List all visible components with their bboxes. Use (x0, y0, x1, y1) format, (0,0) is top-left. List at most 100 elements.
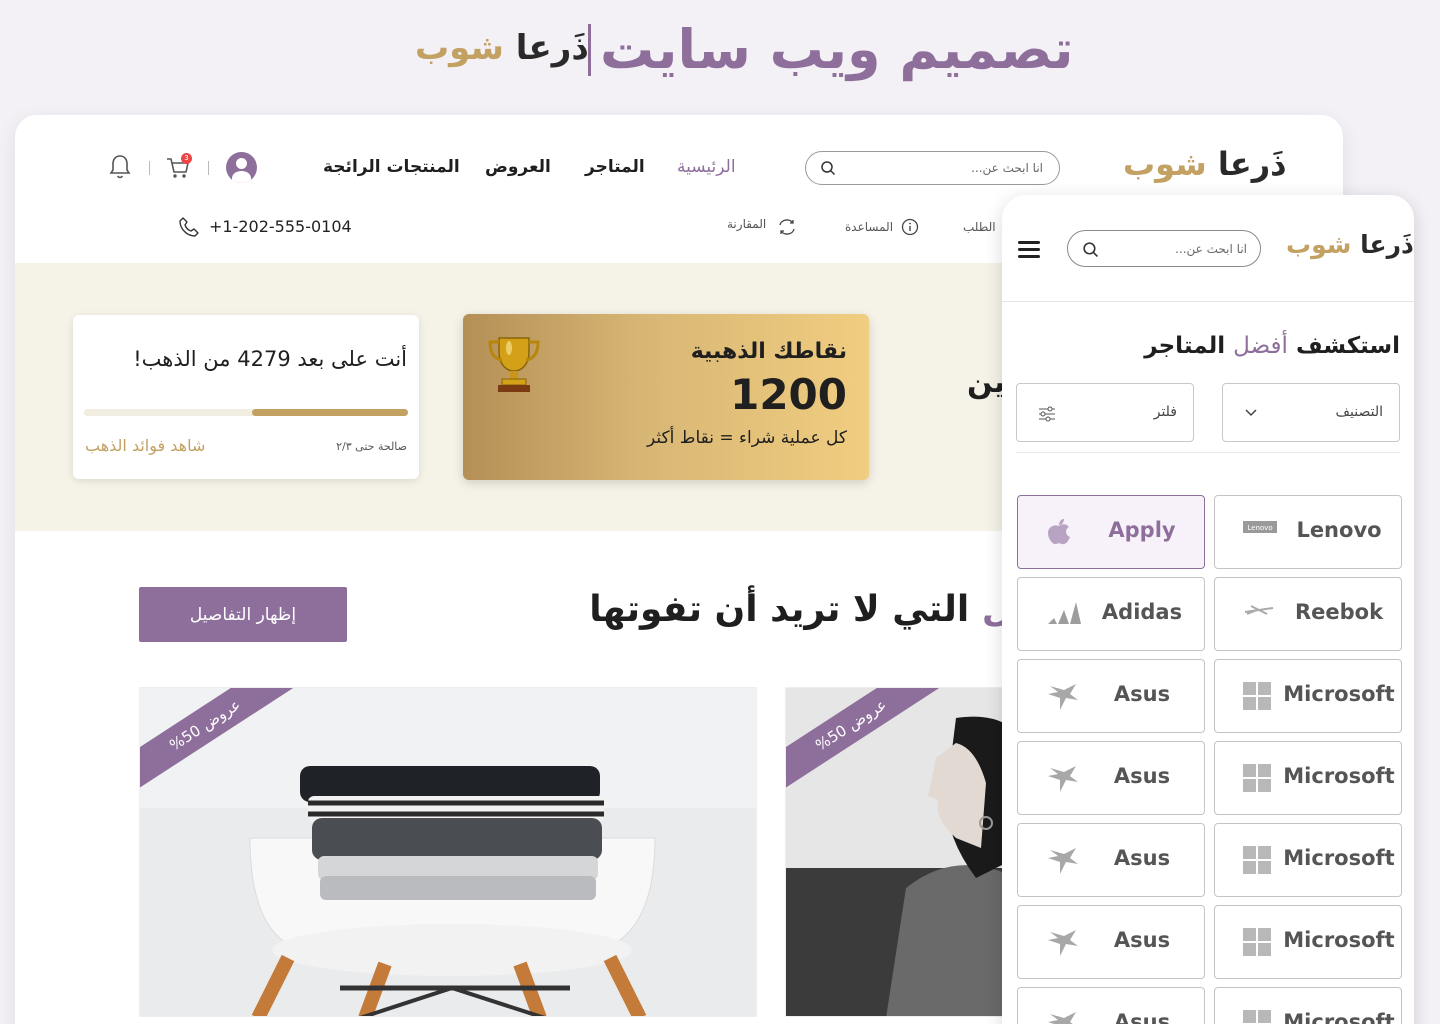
asus-icon (1046, 1010, 1080, 1024)
brand-tile-microsoft[interactable]: Microsoft (1214, 741, 1402, 815)
page-banner: ذَرعا شوب تصميم ويب سايت (0, 18, 1440, 88)
asus-icon (1046, 928, 1080, 962)
brand-tile-asus[interactable]: Asus (1017, 905, 1205, 979)
windows-icon (1243, 1010, 1271, 1024)
windows-icon (1243, 764, 1271, 796)
menu-icon[interactable] (1018, 241, 1040, 262)
nav-stores[interactable]: المتاجر (585, 157, 645, 177)
banner-divider (588, 24, 591, 76)
category-select[interactable]: التصنيف (1222, 383, 1400, 442)
brand-tile-lenovo[interactable]: Lenovo Lenovo (1214, 495, 1402, 569)
section-title: ل التي لا تريد أن تفوتها (589, 589, 1013, 630)
brand-tile-asus[interactable]: Asus (1017, 823, 1205, 897)
apple-icon (1046, 518, 1072, 550)
gold-points-title: نقاطك الذهبية (690, 339, 847, 364)
filter-label: فلتر (1153, 404, 1177, 420)
brand-tile-apply[interactable]: Apply (1017, 495, 1205, 569)
gold-progress-bar (84, 409, 408, 416)
gold-benefits-link[interactable]: شاهد فوائد الذهب (85, 436, 205, 455)
brand-tile-label: Reebok (1294, 600, 1384, 624)
nav-home[interactable]: الرئيسية (677, 157, 736, 177)
brand-tile-microsoft[interactable]: Microsoft (1214, 659, 1402, 733)
brand-tile-label: Microsoft (1283, 682, 1395, 706)
windows-icon (1243, 682, 1271, 714)
brand-tile-microsoft[interactable]: Microsoft (1214, 987, 1402, 1024)
header-logo[interactable]: ذَرعا شوب (1123, 145, 1287, 183)
brand-suffix: شوب (1286, 230, 1352, 259)
search-icon (820, 160, 836, 180)
brand-tile-label: Adidas (1101, 600, 1183, 624)
trophy-icon (485, 334, 543, 398)
search-placeholder: انا ابحث عن... (1175, 242, 1247, 256)
gold-points-card: نقاطك الذهبية 1200 كل عملية شراء = نقاط … (463, 314, 869, 480)
brand-name: ذَرعا (1360, 230, 1414, 259)
gold-progress-title: أنت على بعد 4279 من الذهب! (133, 347, 407, 371)
asus-icon (1046, 846, 1080, 880)
phone-icon (178, 216, 200, 242)
brand-suffix: شوب (415, 28, 504, 68)
mobile-search-input[interactable]: انا ابحث عن... (1067, 230, 1261, 267)
divider (149, 161, 150, 175)
mobile-heading: استكشف أفضل المتاجر (1144, 333, 1400, 359)
search-icon (1082, 241, 1099, 262)
brand-tile-label: Asus (1113, 764, 1171, 788)
heading-part2: المتاجر (1144, 333, 1226, 359)
filter-button[interactable]: فلتر (1016, 383, 1194, 442)
nav-trending[interactable]: المنتجات الرائجة (323, 157, 460, 177)
svg-text:Lenovo: Lenovo (1247, 524, 1272, 532)
link-help[interactable]: المساعدة (845, 220, 893, 234)
brand-tile-label: Asus (1113, 846, 1171, 870)
windows-icon (1243, 846, 1271, 878)
gold-validity: صالحة حتى ٢/٣ (336, 440, 407, 453)
link-order[interactable]: الطلب (963, 220, 996, 234)
gold-points-value: 1200 (730, 370, 847, 419)
adidas-icon (1046, 600, 1082, 630)
asus-icon (1046, 764, 1080, 798)
show-details-button[interactable]: إظهار التفاصيل (139, 587, 347, 642)
divider (1016, 452, 1400, 453)
brand-tile-label: Apply (1108, 518, 1176, 542)
link-compare[interactable]: المقارنة (727, 217, 766, 231)
gold-points-subtitle: كل عملية شراء = نقاط أكثر (647, 428, 847, 448)
brand-tile-microsoft[interactable]: Microsoft (1214, 905, 1402, 979)
banner-brand-logo: ذَرعا شوب (415, 28, 589, 68)
search-placeholder: انا ابحث عن... (971, 161, 1043, 175)
brand-tile-reebok[interactable]: Reebok (1214, 577, 1402, 651)
heading-accent: أفضل (1233, 333, 1288, 359)
lenovo-icon: Lenovo (1243, 518, 1277, 537)
brand-tile-microsoft[interactable]: Microsoft (1214, 823, 1402, 897)
brand-tile-label: Asus (1113, 682, 1171, 706)
heading-part1: استكشف (1295, 333, 1400, 359)
brand-tile-label: Lenovo (1296, 518, 1382, 542)
reebok-icon (1243, 600, 1275, 624)
gold-progress-card: أنت على بعد 4279 من الذهب! صالحة حتى ٢/٣… (73, 315, 419, 479)
chevron-down-icon (1243, 404, 1259, 424)
nav-offers[interactable]: العروض (485, 157, 551, 177)
bell-icon[interactable] (108, 153, 132, 185)
brand-tile-label: Asus (1113, 1010, 1171, 1024)
cart-count-badge: 3 (181, 153, 192, 164)
brand-tile-label: Microsoft (1283, 928, 1395, 952)
phone-number[interactable]: +1-202-555-0104 (209, 217, 352, 236)
mobile-mockup: ذَرعا شوب انا ابحث عن... استكشف أفضل الم… (1002, 195, 1414, 1024)
brand-tile-label: Microsoft (1283, 1010, 1395, 1024)
sliders-icon (1037, 404, 1057, 428)
brand-tile-label: Asus (1113, 928, 1171, 952)
brand-tile-adidas[interactable]: Adidas (1017, 577, 1205, 651)
search-input[interactable]: انا ابحث عن... (805, 151, 1060, 185)
brand-tile-asus[interactable]: Asus (1017, 659, 1205, 733)
brand-tile-label: Microsoft (1283, 764, 1395, 788)
brand-tile-asus[interactable]: Asus (1017, 987, 1205, 1024)
compare-icon (777, 218, 797, 240)
product-card[interactable]: عروض 50% (139, 687, 757, 1017)
brand-name: ذَرعا (515, 28, 589, 68)
mobile-logo[interactable]: ذَرعا شوب (1286, 230, 1414, 259)
brand-tile-asus[interactable]: Asus (1017, 741, 1205, 815)
divider (208, 161, 209, 175)
windows-icon (1243, 928, 1271, 960)
gold-progress-fill (252, 409, 408, 416)
asus-icon (1046, 682, 1080, 716)
product-image (140, 688, 756, 1016)
category-label: التصنيف (1335, 404, 1383, 420)
user-avatar[interactable] (226, 152, 257, 183)
